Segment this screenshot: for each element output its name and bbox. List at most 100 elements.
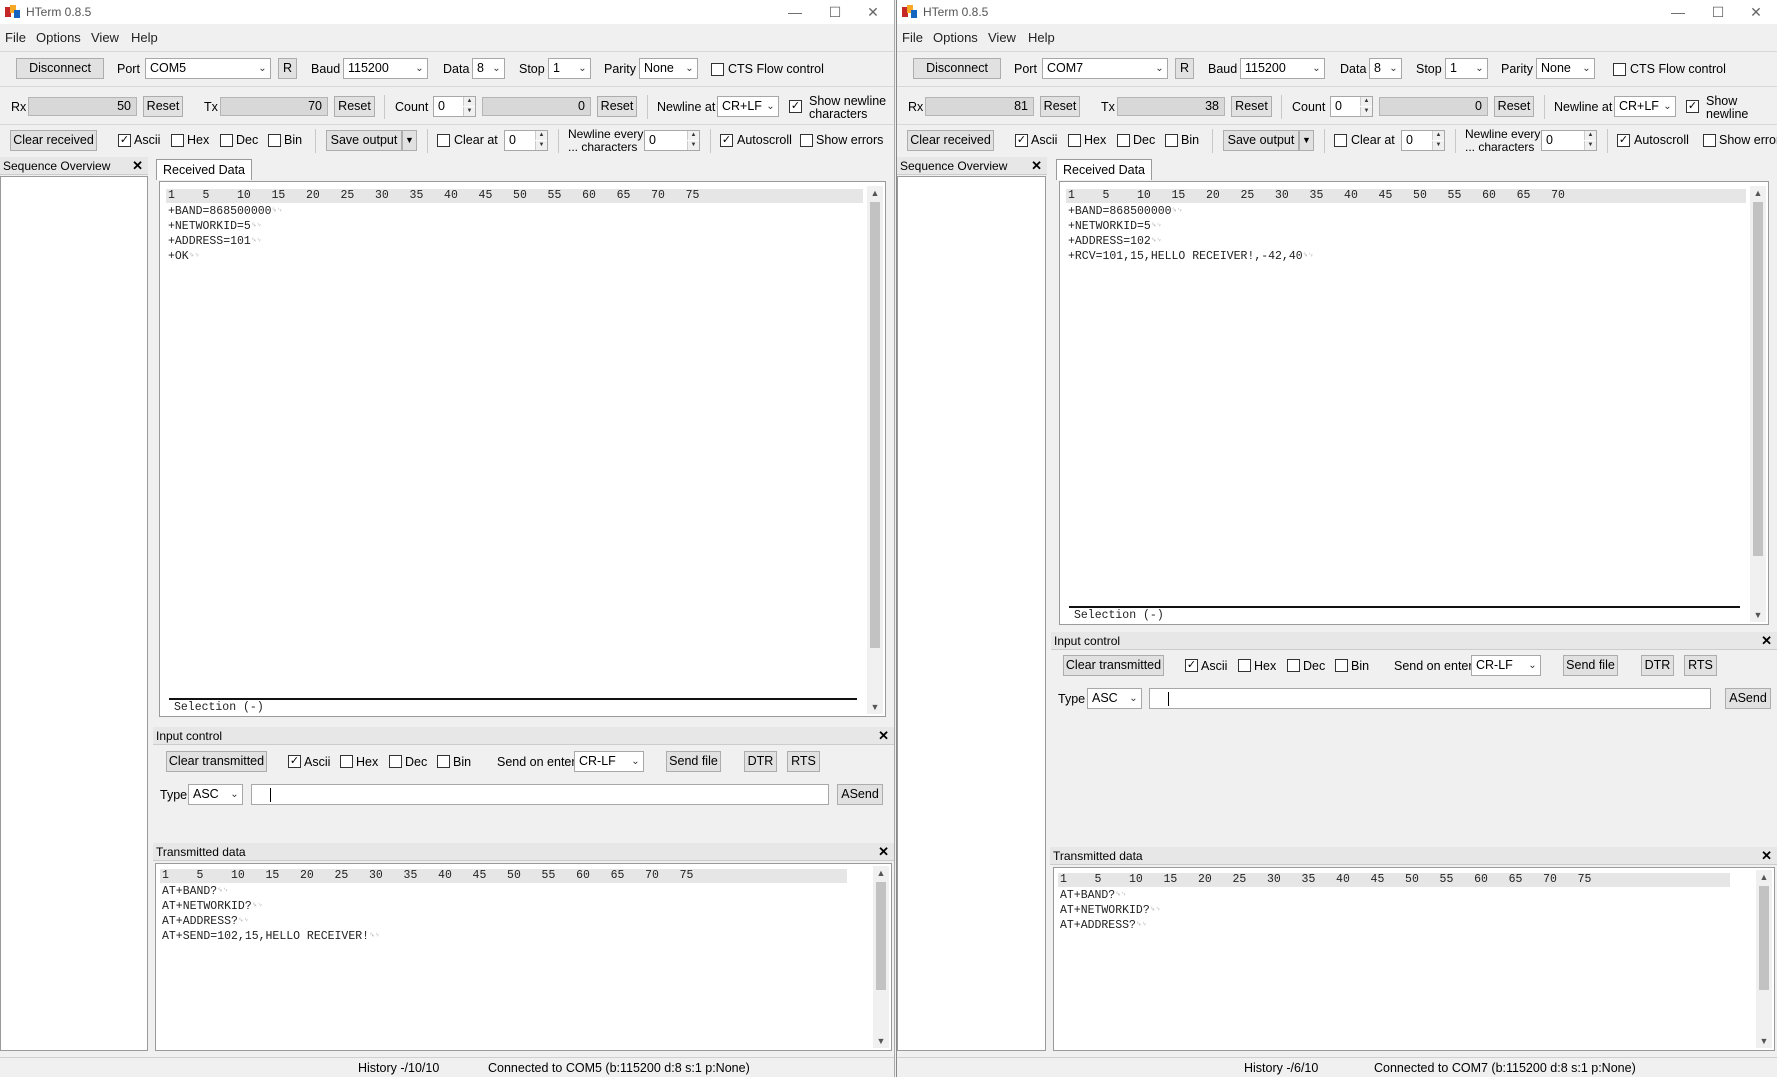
refresh-ports-button[interactable]: R [278,58,297,79]
bin-checkbox[interactable] [268,134,281,147]
ascii-checkbox[interactable]: ✓ [1015,134,1028,147]
clear-received-button[interactable]: Clear received [10,130,97,151]
input-dec-checkbox[interactable] [1287,659,1300,672]
asend-button[interactable]: ASend [1725,688,1771,709]
menu-help[interactable]: Help [131,30,158,45]
ascii-checkbox[interactable]: ✓ [118,134,131,147]
scrollbar-thumb[interactable] [1753,202,1763,556]
minimize-icon[interactable]: — [1659,2,1697,22]
show-errors-checkbox[interactable] [800,134,813,147]
input-hex-checkbox[interactable] [340,755,353,768]
tab-received-data[interactable]: Received Data [156,159,252,180]
input-ascii-checkbox[interactable]: ✓ [288,755,301,768]
dtr-button[interactable]: DTR [744,751,777,772]
spin-up-icon[interactable]: ▲ [1584,131,1596,140]
save-output-button[interactable]: Save output [1223,130,1299,151]
scroll-down-icon[interactable]: ▼ [1750,608,1766,622]
clear-received-button[interactable]: Clear received [907,130,994,151]
scroll-up-icon[interactable]: ▲ [1750,186,1766,200]
maximize-icon[interactable]: ☐ [1699,2,1737,22]
scrollbar-thumb[interactable] [1759,886,1769,990]
spin-down-icon[interactable]: ▼ [1432,141,1444,150]
disconnect-button[interactable]: Disconnect [16,58,104,79]
menu-options[interactable]: Options [933,30,978,45]
baud-select[interactable]: 115200 ⌄ [1240,58,1325,79]
scroll-up-icon[interactable]: ▲ [867,186,883,200]
dec-checkbox[interactable] [220,134,233,147]
count-spinner[interactable]: 0 ▲ ▼ [433,96,476,117]
spin-down-icon[interactable]: ▼ [1584,141,1596,150]
input-ascii-checkbox[interactable]: ✓ [1185,659,1198,672]
hex-checkbox[interactable] [1068,134,1081,147]
clear-at-spinner[interactable]: 0 ▲ ▼ [504,130,548,151]
parity-select[interactable]: None ⌄ [1536,58,1595,79]
rts-button[interactable]: RTS [1684,655,1717,676]
maximize-icon[interactable]: ☐ [816,2,854,22]
scrollbar-thumb[interactable] [876,882,886,990]
newline-at-select[interactable]: CR+LF ⌄ [717,96,779,117]
clear-at-spinner[interactable]: 0 ▲ ▼ [1401,130,1445,151]
refresh-ports-button[interactable]: R [1175,58,1194,79]
scroll-down-icon[interactable]: ▼ [1756,1034,1772,1048]
newline-every-spinner[interactable]: 0 ▲ ▼ [1541,130,1597,151]
close-icon[interactable]: ✕ [1737,2,1775,22]
show-newline-checkbox[interactable]: ✓ [789,100,802,113]
spin-down-icon[interactable]: ▼ [463,107,475,116]
clear-at-checkbox[interactable] [1334,134,1347,147]
type-select[interactable]: ASC ⌄ [1087,688,1142,709]
asend-button[interactable]: ASend [837,784,883,805]
count-spinner[interactable]: 0 ▲ ▼ [1330,96,1373,117]
send-input[interactable] [251,784,829,805]
input-bin-checkbox[interactable] [437,755,450,768]
rx-reset-button[interactable]: Reset [1040,96,1080,117]
received-scrollbar[interactable]: ▲ ▼ [867,186,883,714]
port-select[interactable]: COM5 ⌄ [145,58,271,79]
stop-bits-select[interactable]: 1 ⌄ [548,58,591,79]
menu-view[interactable]: View [988,30,1016,45]
newline-every-spinner[interactable]: 0 ▲ ▼ [644,130,700,151]
count-reset-button[interactable]: Reset [597,96,637,117]
close-icon[interactable]: ✕ [1761,632,1772,650]
cts-checkbox[interactable] [1613,63,1626,76]
spin-up-icon[interactable]: ▲ [1432,131,1444,140]
scroll-down-icon[interactable]: ▼ [873,1034,889,1048]
close-icon[interactable]: ✕ [878,843,889,861]
cts-checkbox[interactable] [711,63,724,76]
clear-transmitted-button[interactable]: Clear transmitted [1063,655,1164,676]
spin-up-icon[interactable]: ▲ [1360,97,1372,106]
close-icon[interactable]: ✕ [854,2,892,22]
scroll-down-icon[interactable]: ▼ [867,700,883,714]
spin-down-icon[interactable]: ▼ [1360,107,1372,116]
scrollbar-thumb[interactable] [870,202,880,648]
count-reset-button[interactable]: Reset [1494,96,1534,117]
input-dec-checkbox[interactable] [389,755,402,768]
newline-at-select[interactable]: CR+LF ⌄ [1614,96,1676,117]
close-icon[interactable]: ✕ [1031,157,1042,175]
save-output-button[interactable]: Save output [326,130,402,151]
type-select[interactable]: ASC ⌄ [188,784,243,805]
spin-down-icon[interactable]: ▼ [535,141,547,150]
autoscroll-checkbox[interactable]: ✓ [720,134,733,147]
spin-down-icon[interactable]: ▼ [687,141,699,150]
spin-up-icon[interactable]: ▲ [463,97,475,106]
spin-up-icon[interactable]: ▲ [687,131,699,140]
baud-select[interactable]: 115200 ⌄ [343,58,428,79]
received-scrollbar[interactable]: ▲ ▼ [1750,186,1766,622]
save-output-dropdown[interactable]: ▼ [402,130,417,151]
save-output-dropdown[interactable]: ▼ [1299,130,1314,151]
rx-reset-button[interactable]: Reset [143,96,183,117]
menu-file[interactable]: File [5,30,26,45]
tx-reset-button[interactable]: Reset [334,96,375,117]
hex-checkbox[interactable] [171,134,184,147]
transmitted-scrollbar[interactable]: ▲ ▼ [873,866,889,1048]
menu-file[interactable]: File [902,30,923,45]
clear-transmitted-button[interactable]: Clear transmitted [166,751,267,772]
rts-button[interactable]: RTS [787,751,820,772]
close-icon[interactable]: ✕ [132,157,143,175]
autoscroll-checkbox[interactable]: ✓ [1617,134,1630,147]
send-on-enter-select[interactable]: CR-LF ⌄ [1471,655,1541,676]
show-newline-checkbox[interactable]: ✓ [1686,100,1699,113]
menu-options[interactable]: Options [36,30,81,45]
close-icon[interactable]: ✕ [878,727,889,745]
send-file-button[interactable]: Send file [1563,655,1618,676]
